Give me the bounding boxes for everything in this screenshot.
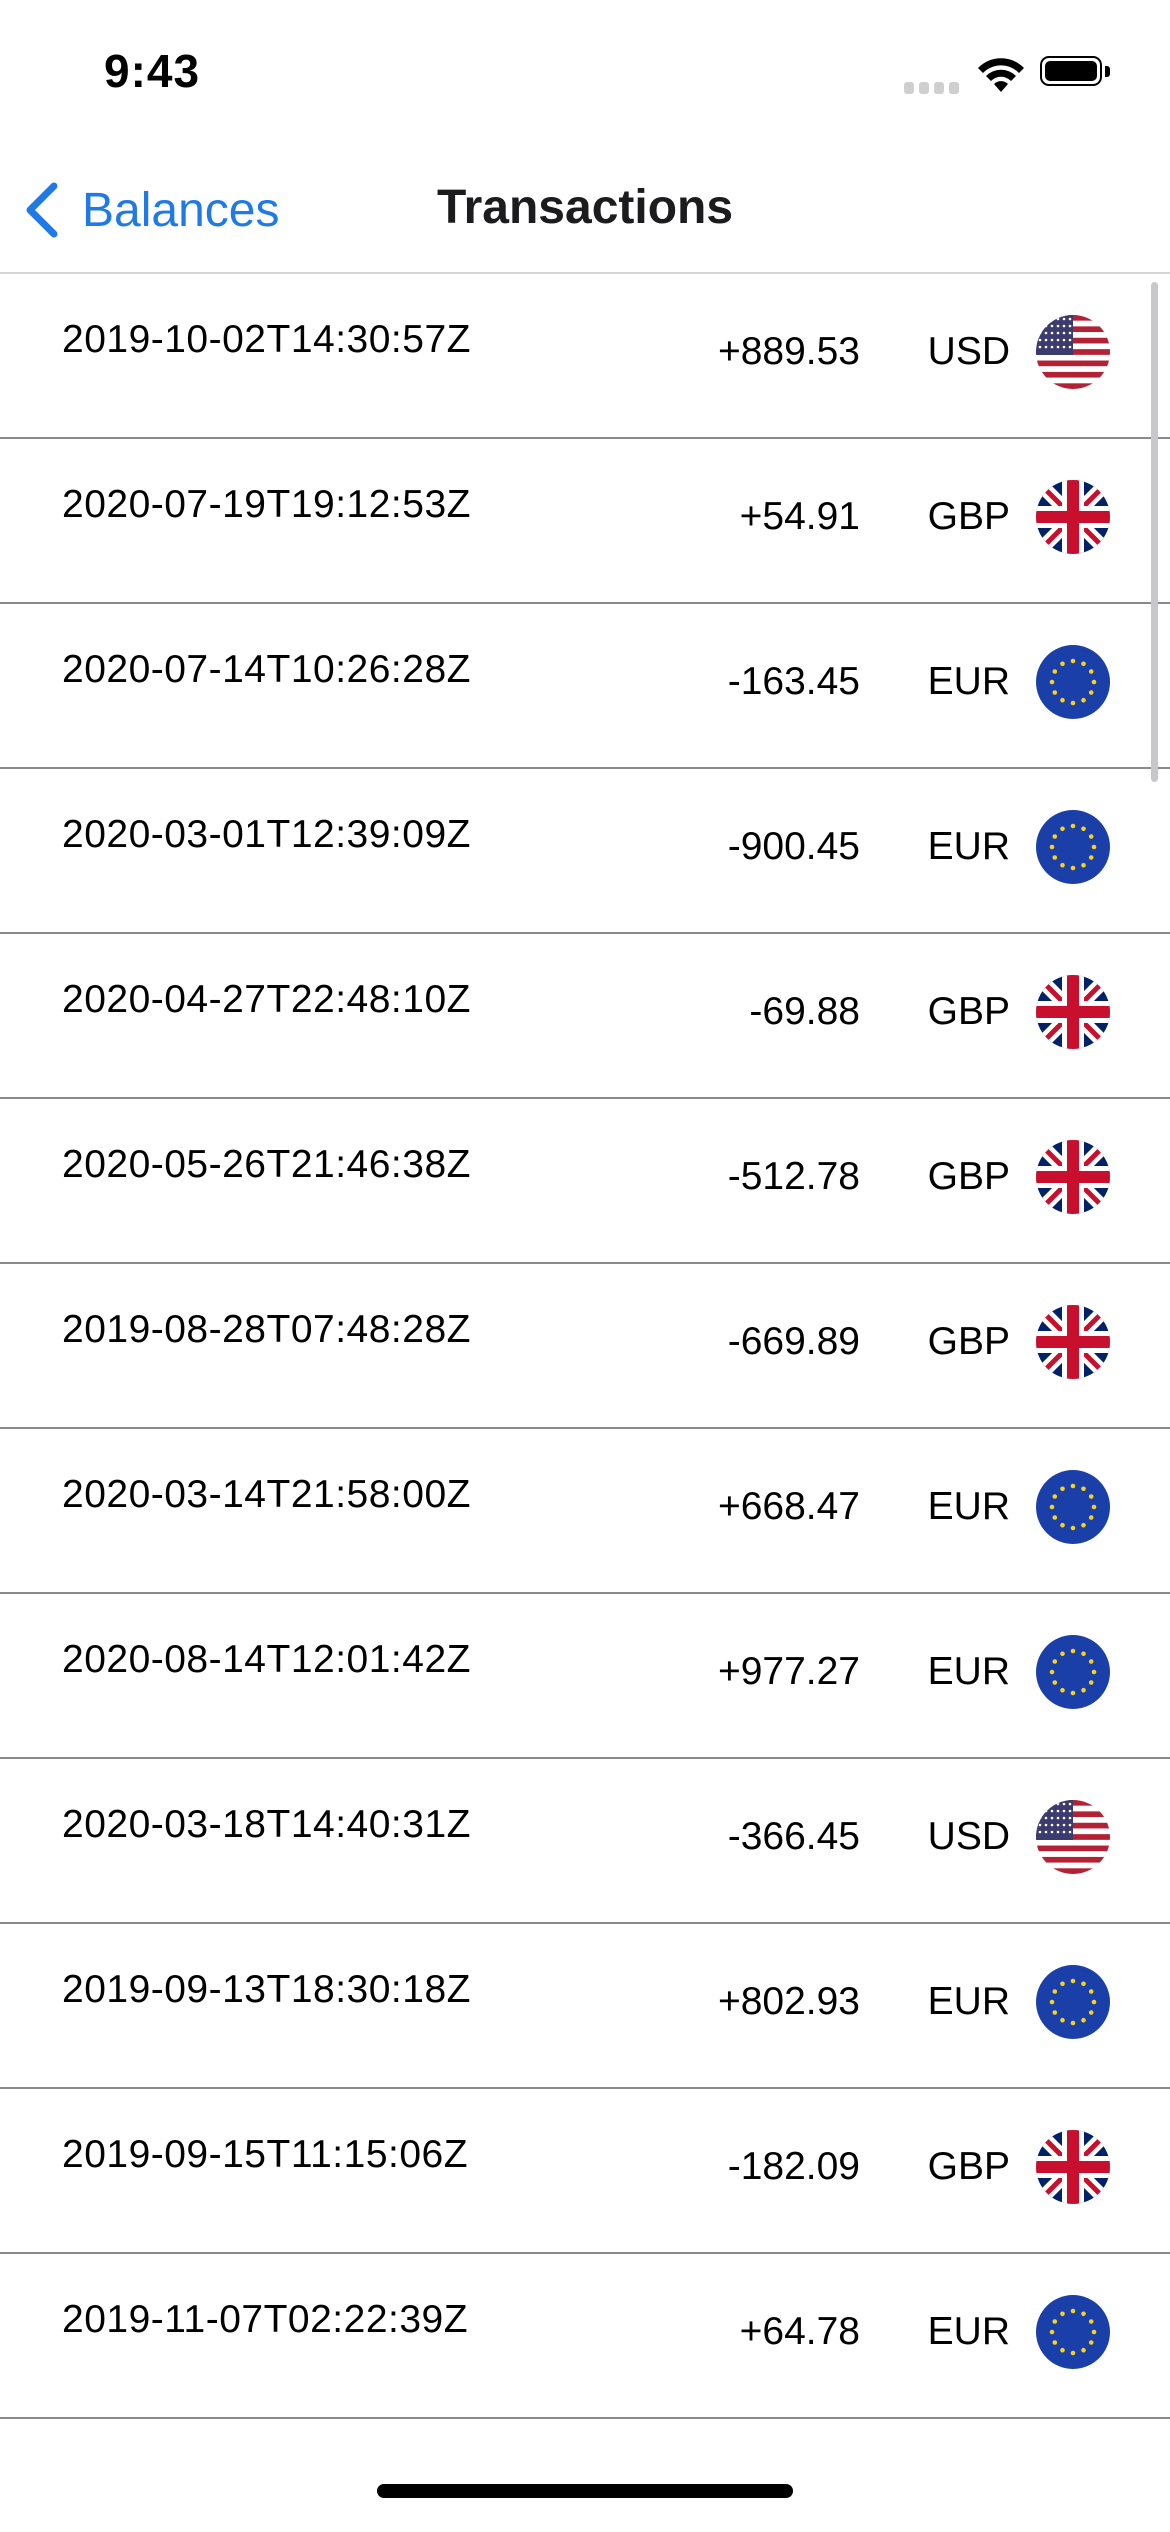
transaction-currency: GBP (927, 2145, 1010, 2188)
transaction-date: 2020-05-26T21:46:38Z (62, 1143, 471, 1186)
transaction-date: 2020-07-14T10:26:28Z (62, 648, 471, 691)
eu-flag-icon (1036, 1965, 1110, 2039)
cellular-signal-icon (904, 82, 960, 94)
eu-flag-icon (1036, 810, 1110, 884)
transaction-amount: +977.27 (717, 1650, 860, 1693)
transaction-currency: GBP (927, 1320, 1010, 1363)
transaction-date: 2020-03-14T21:58:00Z (62, 1473, 471, 1516)
transaction-currency: EUR (927, 1485, 1010, 1528)
transaction-amount: +64.78 (739, 2310, 860, 2353)
wifi-icon (975, 54, 1027, 99)
transaction-amount: -163.45 (727, 660, 860, 703)
transaction-row[interactable]: 2020-03-14T21:58:00Z +668.47 EUR (0, 1429, 1170, 1594)
transaction-date: 2019-09-15T11:15:06Z (62, 2133, 469, 2176)
uk-flag-icon (1036, 480, 1110, 554)
transaction-row[interactable]: 2020-07-19T19:12:53Z +54.91 GBP (0, 439, 1170, 604)
transaction-amount: +889.53 (717, 330, 860, 373)
transaction-amount: -182.09 (727, 2145, 860, 2188)
scrollbar[interactable] (1151, 282, 1158, 782)
transaction-currency: EUR (927, 1980, 1010, 2023)
transaction-currency: GBP (927, 495, 1010, 538)
page-title: Transactions (436, 181, 734, 234)
transaction-date: 2019-08-28T07:48:28Z (62, 1308, 471, 1351)
eu-flag-icon (1036, 1470, 1110, 1544)
transaction-amount: +54.91 (739, 495, 860, 538)
transaction-amount: -512.78 (727, 1155, 860, 1198)
transaction-row[interactable]: 2020-07-14T10:26:28Z -163.45 EUR (0, 604, 1170, 769)
uk-flag-icon (1036, 1305, 1110, 1379)
transaction-date: 2020-04-27T22:48:10Z (62, 978, 471, 1021)
transaction-row[interactable]: 2019-09-15T11:15:06Z -182.09 GBP (0, 2089, 1170, 2254)
us-flag-icon (1036, 315, 1110, 389)
transaction-amount: +802.93 (717, 1980, 860, 2023)
us-flag-icon (1036, 1800, 1110, 1874)
transaction-currency: EUR (927, 1650, 1010, 1693)
transaction-date: 2019-11-07T02:22:39Z (62, 2298, 469, 2341)
transaction-row[interactable]: 2019-10-02T14:30:57Z +889.53 USD (0, 274, 1170, 439)
transaction-date: 2019-10-02T14:30:57Z (62, 318, 471, 361)
status-time: 9:43 (104, 45, 201, 97)
transaction-currency: EUR (927, 2310, 1010, 2353)
transaction-row[interactable]: 2020-05-26T21:46:38Z -512.78 GBP (0, 1099, 1170, 1264)
transaction-row[interactable]: 2020-03-18T14:40:31Z -366.45 USD (0, 1759, 1170, 1924)
transaction-date: 2020-03-18T14:40:31Z (62, 1803, 471, 1846)
transaction-row[interactable]: 2020-08-14T12:01:42Z +977.27 EUR (0, 1594, 1170, 1759)
transaction-date: 2020-07-19T19:12:53Z (62, 483, 471, 526)
home-indicator[interactable] (377, 2484, 793, 2498)
navigation-bar: Balances Transactions (0, 140, 1170, 274)
status-bar: 9:43 (0, 0, 1170, 140)
transaction-currency: USD (927, 330, 1010, 373)
uk-flag-icon (1036, 1140, 1110, 1214)
transaction-row[interactable]: 2020-03-01T12:39:09Z -900.45 EUR (0, 769, 1170, 934)
transaction-amount: -366.45 (727, 1815, 860, 1858)
transaction-currency: GBP (927, 1155, 1010, 1198)
transaction-currency: USD (927, 1815, 1010, 1858)
eu-flag-icon (1036, 1635, 1110, 1709)
transaction-currency: EUR (927, 825, 1010, 868)
transaction-date: 2019-09-13T18:30:18Z (62, 1968, 471, 2011)
transaction-row[interactable]: 2019-09-13T18:30:18Z +802.93 EUR (0, 1924, 1170, 2089)
transaction-row[interactable]: 2019-11-07T02:22:39Z +64.78 EUR (0, 2254, 1170, 2419)
transaction-currency: GBP (927, 990, 1010, 1033)
transaction-amount: +668.47 (717, 1485, 860, 1528)
transaction-amount: -669.89 (727, 1320, 860, 1363)
eu-flag-icon (1036, 645, 1110, 719)
transaction-amount: -69.88 (749, 990, 860, 1033)
uk-flag-icon (1036, 2130, 1110, 2204)
transaction-row[interactable]: 2019-08-28T07:48:28Z -669.89 GBP (0, 1264, 1170, 1429)
transaction-amount: -900.45 (727, 825, 860, 868)
battery-icon (1040, 56, 1112, 90)
transactions-list[interactable]: 2019-10-02T14:30:57Z +889.53 USD 2020-07-19… (0, 274, 1170, 2419)
transaction-row[interactable]: 2020-04-27T22:48:10Z -69.88 GBP (0, 934, 1170, 1099)
transaction-currency: EUR (927, 660, 1010, 703)
uk-flag-icon (1036, 975, 1110, 1049)
eu-flag-icon (1036, 2295, 1110, 2369)
transaction-date: 2020-08-14T12:01:42Z (62, 1638, 471, 1681)
transaction-date: 2020-03-01T12:39:09Z (62, 813, 471, 856)
